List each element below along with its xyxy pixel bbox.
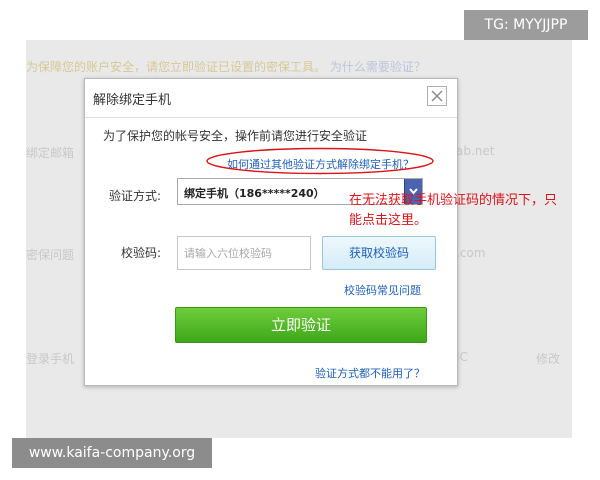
tag-watermark: TG: MYYJJPP <box>464 10 588 40</box>
background-row-email: 绑定邮箱 <box>26 146 75 160</box>
code-input[interactable] <box>177 236 311 270</box>
close-button[interactable] <box>427 86 447 106</box>
site-watermark: www.kaifa-company.org <box>12 438 212 468</box>
code-faq-link[interactable]: 校验码常见问题 <box>344 282 421 298</box>
unbind-phone-dialog: 解除绑定手机 为了保护您的帐号安全，操作前请您进行安全验证 如何通过其他验证方式… <box>84 78 458 386</box>
annotation-ellipse <box>204 146 436 176</box>
get-code-button[interactable]: 获取校验码 <box>322 236 436 270</box>
close-icon <box>431 90 443 102</box>
dialog-title: 解除绑定手机 <box>93 93 172 108</box>
security-intro-text: 为了保护您的帐号安全，操作前请您进行安全验证 <box>103 129 368 143</box>
annotation-note: 在无法获取手机验证码的情况下，只能点击这里。 <box>349 193 558 228</box>
verify-method-label: 验证方式: <box>108 189 161 203</box>
dialog-header: 解除绑定手机 <box>85 79 457 118</box>
background-right-2: .com <box>456 246 486 260</box>
background-notice-text: 为保障您的账户安全，请您立即验证已设置的密保工具。 <box>26 60 327 74</box>
methods-unavailable-link[interactable]: 验证方式都不能用了？ <box>315 365 425 381</box>
background-row-phone: 登录手机 <box>26 352 75 366</box>
code-label: 校验码: <box>120 246 161 260</box>
background-why-link: 为什么需要验证？ <box>329 60 426 74</box>
background-right-1: ab.net <box>456 144 495 158</box>
background-modify-link: 修改 <box>536 352 561 366</box>
background-row-question: 密保问题 <box>26 248 75 262</box>
verify-now-button[interactable]: 立即验证 <box>175 307 427 343</box>
verify-method-value: 绑定手机（186*****240） <box>184 187 325 200</box>
background-notice: 为保障您的账户安全，请您立即验证已设置的密保工具。 为什么需要验证？ <box>26 58 426 75</box>
